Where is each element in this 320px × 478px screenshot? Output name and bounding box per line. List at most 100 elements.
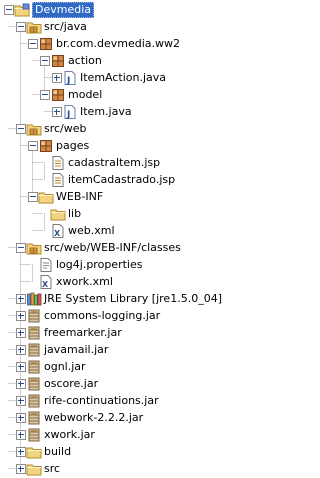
collapse-toggle-icon[interactable]	[15, 22, 26, 32]
tree-item-label: JRE System Library [jre1.5.0_04]	[44, 292, 222, 305]
tree-item[interactable]: src/web	[0, 120, 230, 138]
tree-item[interactable]: oscore.jar	[0, 375, 230, 393]
tree-item[interactable]: rife-continuations.jar	[0, 392, 230, 410]
tree-item-label: build	[44, 445, 72, 458]
tree-item-label: javamail.jar	[44, 343, 109, 356]
collapse-toggle-icon[interactable]	[39, 56, 50, 66]
tree-item-label: lib	[68, 207, 82, 220]
expand-toggle-icon[interactable]	[15, 345, 26, 355]
tree-item[interactable]: src/java	[0, 18, 230, 36]
package-icon	[50, 87, 66, 103]
tree-item-label: xwork.xml	[56, 275, 113, 288]
collapse-toggle-icon[interactable]	[27, 192, 38, 202]
tree-item-label: webwork-2.2.2.jar	[44, 411, 144, 424]
tree-item[interactable]: WEB-INF	[0, 188, 230, 206]
collapse-toggle-icon[interactable]	[15, 243, 26, 253]
expand-toggle-icon[interactable]	[15, 464, 26, 474]
tree-item[interactable]: ItemAction.java	[0, 69, 230, 87]
expand-toggle-icon[interactable]	[15, 362, 26, 372]
jsp-file-icon	[50, 172, 66, 188]
tree-item-label: src/web/WEB-INF/classes	[44, 241, 181, 254]
tree-item[interactable]: pages	[0, 137, 230, 155]
tree-item-label: xwork.jar	[44, 428, 95, 441]
expand-toggle-icon[interactable]	[15, 379, 26, 389]
tree-item-label: rife-continuations.jar	[44, 394, 159, 407]
tree-item[interactable]: itemCadastrado.jsp	[0, 171, 230, 189]
jar-icon	[26, 342, 42, 358]
jar-icon	[26, 359, 42, 375]
tree-item-label: pages	[56, 139, 90, 152]
collapse-toggle-icon[interactable]	[3, 5, 14, 15]
tree-item[interactable]: log4j.properties	[0, 256, 230, 274]
collapse-toggle-icon[interactable]	[39, 90, 50, 100]
java-file-icon	[62, 70, 78, 86]
tree-item-label: WEB-INF	[56, 190, 104, 203]
expand-toggle-icon[interactable]	[51, 107, 62, 117]
expand-toggle-icon[interactable]	[15, 430, 26, 440]
tree-item-label: ItemAction.java	[80, 71, 167, 84]
package-explorer-tree: Devmedia src/java br.com.devmedia.ww2 actio…	[0, 0, 230, 477]
tree-item[interactable]: JRE System Library [jre1.5.0_04]	[0, 290, 230, 308]
package-icon	[38, 138, 54, 154]
xml-file-icon	[50, 223, 66, 239]
expand-toggle-icon[interactable]	[15, 311, 26, 321]
source-folder-icon	[26, 240, 42, 256]
tree-item[interactable]: xwork.jar	[0, 426, 230, 444]
tree-item[interactable]: lib	[0, 205, 230, 223]
tree-item[interactable]: action	[0, 52, 230, 70]
tree-item-label: br.com.devmedia.ww2	[56, 37, 180, 50]
tree-item-label: Devmedia	[32, 2, 95, 18]
source-folder-icon	[26, 121, 42, 137]
tree-item[interactable]: model	[0, 86, 230, 104]
expand-toggle-icon[interactable]	[15, 447, 26, 457]
tree-item[interactable]: javamail.jar	[0, 341, 230, 359]
tree-item[interactable]: commons-logging.jar	[0, 307, 230, 325]
tree-item-label: freemarker.jar	[44, 326, 122, 339]
tree-item[interactable]: br.com.devmedia.ww2	[0, 35, 230, 53]
tree-item-label: log4j.properties	[56, 258, 143, 271]
tree-item-label: src/web	[44, 122, 87, 135]
tree-item[interactable]: webwork-2.2.2.jar	[0, 409, 230, 427]
tree-item[interactable]: build	[0, 443, 230, 461]
library-icon	[26, 291, 42, 307]
expand-toggle-icon[interactable]	[15, 413, 26, 423]
tree-item-label: cadastraItem.jsp	[68, 156, 161, 169]
tree-item-label: ognl.jar	[44, 360, 86, 373]
tree-item[interactable]: freemarker.jar	[0, 324, 230, 342]
tree-item-label: Item.java	[80, 105, 132, 118]
tree-item[interactable]: web.xml	[0, 222, 230, 240]
collapse-toggle-icon[interactable]	[27, 141, 38, 151]
jar-icon	[26, 325, 42, 341]
project-icon	[14, 2, 30, 18]
folder-icon	[26, 444, 42, 460]
tree-item-label: oscore.jar	[44, 377, 99, 390]
folder-icon	[26, 461, 42, 477]
tree-item[interactable]: cadastraItem.jsp	[0, 154, 230, 172]
tree-item-label: web.xml	[68, 224, 115, 237]
tree-item[interactable]: Item.java	[0, 103, 230, 121]
properties-file-icon	[38, 257, 54, 273]
tree-item-label: src	[44, 462, 61, 475]
java-file-icon	[62, 104, 78, 120]
jar-icon	[26, 308, 42, 324]
tree-item-label: model	[68, 88, 103, 101]
jar-icon	[26, 376, 42, 392]
expand-toggle-icon[interactable]	[51, 73, 62, 83]
tree-item[interactable]: src	[0, 460, 230, 478]
source-folder-icon	[26, 19, 42, 35]
expand-toggle-icon[interactable]	[15, 396, 26, 406]
tree-item-label: action	[68, 54, 102, 67]
expand-toggle-icon[interactable]	[15, 328, 26, 338]
collapse-toggle-icon[interactable]	[15, 124, 26, 134]
package-icon	[38, 36, 54, 52]
tree-item[interactable]: src/web/WEB-INF/classes	[0, 239, 230, 257]
tree-item[interactable]: Devmedia	[0, 1, 230, 19]
jar-icon	[26, 393, 42, 409]
folder-icon	[38, 189, 54, 205]
tree-item-label: src/java	[44, 20, 87, 33]
collapse-toggle-icon[interactable]	[27, 39, 38, 49]
folder-icon	[50, 206, 66, 222]
tree-item[interactable]: xwork.xml	[0, 273, 230, 291]
tree-item[interactable]: ognl.jar	[0, 358, 230, 376]
expand-toggle-icon[interactable]	[15, 294, 26, 304]
